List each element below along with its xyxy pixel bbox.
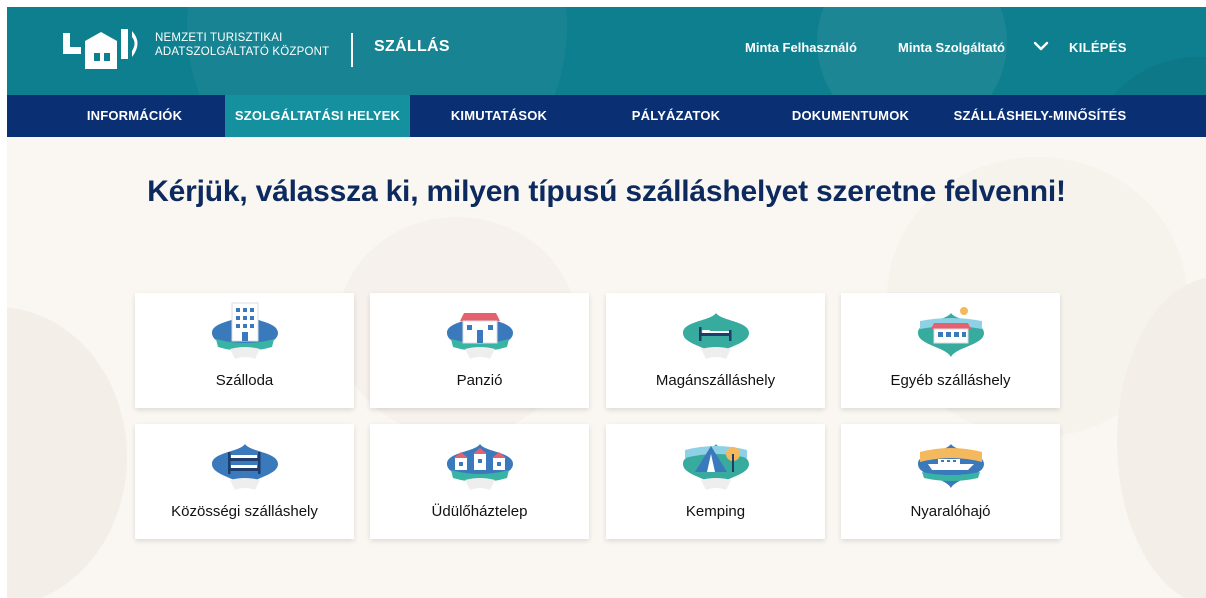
type-card-szalloda[interactable]: Szálloda: [135, 293, 354, 408]
type-card-panzio[interactable]: Panzió: [370, 293, 589, 408]
type-label: Közösségi szálláshely: [171, 503, 318, 520]
logout-button[interactable]: KILÉPÉS: [1069, 40, 1127, 55]
nav-item-informaciok[interactable]: INFORMÁCIÓK: [77, 95, 192, 137]
type-card-kozossegi-szallashely[interactable]: Közösségi szálláshely: [135, 424, 354, 539]
chevron-down-icon[interactable]: [1033, 38, 1049, 54]
hostel-bunk-bed-icon: [212, 444, 278, 490]
type-card-nyaralohajo[interactable]: Nyaralóhajó: [841, 424, 1060, 539]
type-card-kemping[interactable]: Kemping: [606, 424, 825, 539]
org-name-line1: NEMZETI TURISZTIKAI: [155, 32, 283, 44]
type-label: Nyaralóhajó: [910, 503, 991, 520]
org-name-line2: ADATSZOLGÁLTATÓ KÖZPONT: [155, 46, 330, 58]
type-label: Szálloda: [215, 372, 274, 389]
app-name: SZÁLLÁS: [374, 38, 450, 55]
type-label: Panzió: [456, 372, 503, 389]
nav-item-kimutatasok[interactable]: KIMUTATÁSOK: [439, 95, 559, 137]
page-frame: NEMZETI TURISZTIKAI ADATSZOLGÁLTATÓ KÖZP…: [7, 7, 1206, 598]
private-accommodation-icon: [683, 313, 749, 359]
provider-selector[interactable]: Minta Szolgáltató: [898, 40, 1005, 55]
holiday-houses-icon: [447, 444, 513, 490]
other-accommodation-icon: [918, 307, 984, 357]
nav-item-dokumentumok[interactable]: DOKUMENTUMOK: [783, 95, 918, 137]
type-card-egyeb-szallashely[interactable]: Egyéb szálláshely: [841, 293, 1060, 408]
ntak-logo[interactable]: [63, 25, 143, 73]
type-label: Magánszálláshely: [655, 372, 776, 389]
guesthouse-icon: [447, 313, 513, 359]
nav-item-szallashely-minosites[interactable]: SZÁLLÁSHELY-MINŐSÍTÉS: [945, 95, 1135, 137]
hotel-icon: [212, 302, 278, 359]
type-label: Üdülőháztelep: [431, 503, 528, 520]
page-title: Kérjük, válassza ki, milyen típusú száll…: [147, 175, 1066, 208]
type-label: Egyéb szálláshely: [890, 372, 1011, 389]
holiday-boat-icon: [918, 444, 984, 488]
top-header: NEMZETI TURISZTIKAI ADATSZOLGÁLTATÓ KÖZP…: [7, 7, 1206, 95]
type-label: Kemping: [685, 503, 746, 520]
type-card-udulohaztelep[interactable]: Üdülőháztelep: [370, 424, 589, 539]
nav-item-szolgaltatasi-helyek[interactable]: SZOLGÁLTATÁSI HELYEK: [225, 95, 410, 137]
header-divider: [351, 33, 353, 67]
nav-item-palyazatok[interactable]: PÁLYÁZATOK: [621, 95, 731, 137]
camping-tent-icon: [683, 444, 749, 490]
user-name-link[interactable]: Minta Felhasználó: [745, 40, 857, 55]
type-card-maganszallashely[interactable]: Magánszálláshely: [606, 293, 825, 408]
main-nav: INFORMÁCIÓK SZOLGÁLTATÁSI HELYEK KIMUTAT…: [7, 95, 1206, 137]
